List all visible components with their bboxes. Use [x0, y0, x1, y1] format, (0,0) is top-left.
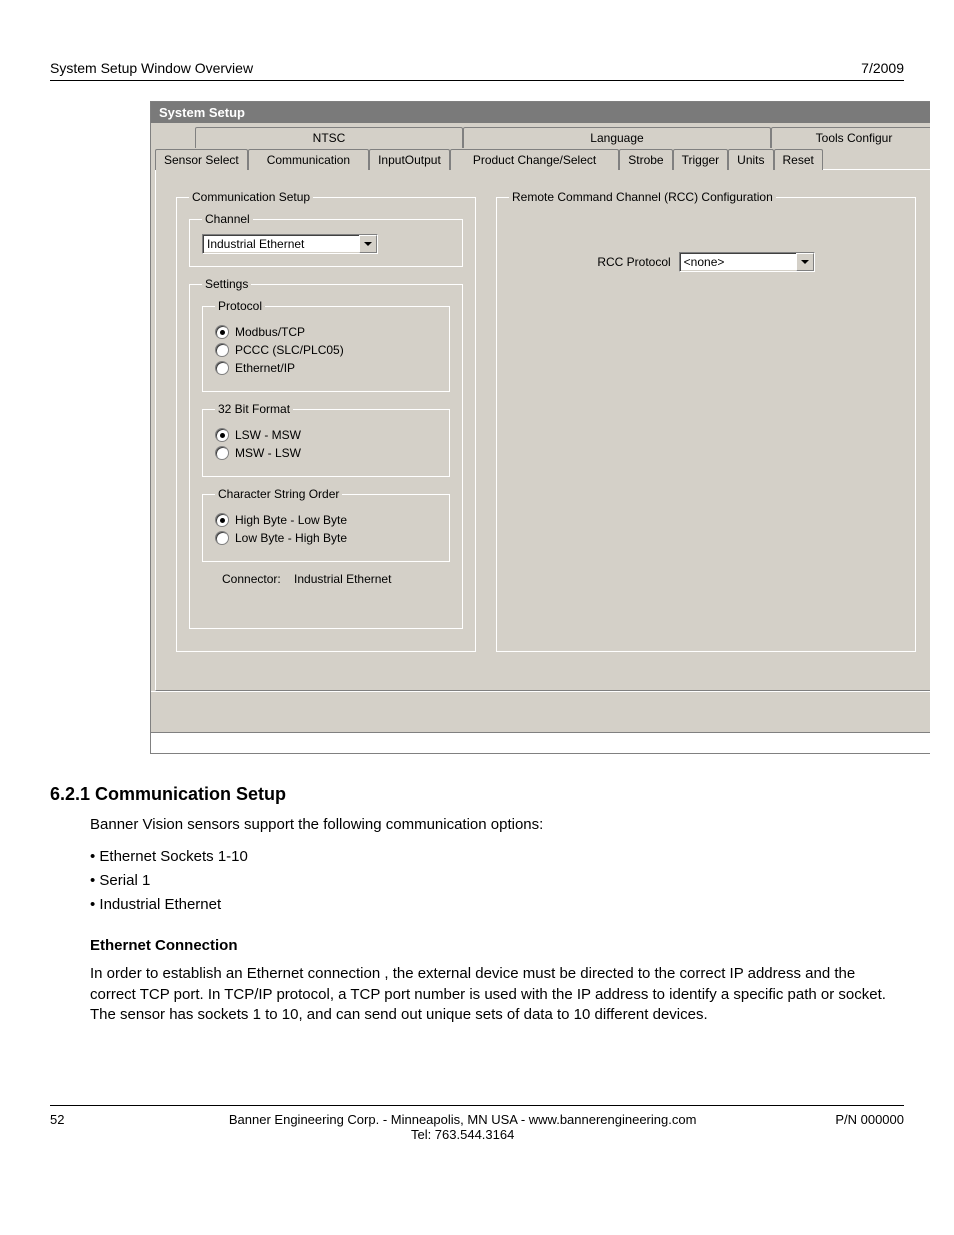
legend-protocol: Protocol: [215, 299, 265, 313]
bullet-list: • Ethernet Sockets 1-10 • Serial 1 • Ind…: [90, 845, 904, 917]
legend-channel: Channel: [202, 212, 253, 226]
subsection-heading: Ethernet Connection: [90, 937, 904, 954]
group-protocol: Protocol Modbus/TCP PCCC (SLC/PLC05): [202, 299, 450, 392]
legend-settings: Settings: [202, 277, 251, 291]
group-bit-format: 32 Bit Format LSW - MSW MSW - LSW: [202, 402, 450, 477]
group-rcc: Remote Command Channel (RCC) Configurati…: [496, 190, 916, 652]
tab-input-output[interactable]: InputOutput: [369, 149, 450, 170]
legend-char-order: Character String Order: [215, 487, 342, 501]
group-char-order: Character String Order High Byte - Low B…: [202, 487, 450, 562]
radio-icon: [215, 446, 229, 460]
rcc-label: RCC Protocol: [597, 255, 670, 269]
connector-value: Industrial Ethernet: [294, 572, 391, 586]
footer-line2: Tel: 763.544.3164: [411, 1127, 514, 1142]
system-setup-window: System Setup NTSC Language Tools Configu…: [150, 101, 930, 754]
bullet-item: Ethernet Sockets 1-10: [99, 848, 247, 865]
tab-sensor-select[interactable]: Sensor Select: [155, 149, 248, 170]
radio-low-high[interactable]: Low Byte - High Byte: [215, 531, 437, 545]
connector-label: Connector:: [222, 572, 281, 586]
tab-units[interactable]: Units: [728, 149, 773, 170]
tab-trigger[interactable]: Trigger: [673, 149, 729, 170]
radio-icon: [215, 325, 229, 339]
tab-product-change[interactable]: Product Change/Select: [450, 149, 619, 170]
paragraph: In order to establish an Ethernet connec…: [90, 964, 904, 1025]
rcc-value: <none>: [684, 255, 725, 269]
radio-icon: [215, 531, 229, 545]
radio-icon: [215, 513, 229, 527]
tab-ntsc[interactable]: NTSC: [195, 127, 463, 148]
connector-row: Connector: Industrial Ethernet: [222, 572, 450, 586]
header-right: 7/2009: [861, 60, 904, 76]
channel-combo[interactable]: Industrial Ethernet: [202, 234, 378, 254]
legend-bit-format: 32 Bit Format: [215, 402, 293, 416]
rcc-combo[interactable]: <none>: [679, 252, 815, 272]
tab-strobe[interactable]: Strobe: [619, 149, 672, 170]
tab-communication[interactable]: Communication: [248, 149, 369, 170]
radio-lsw-msw[interactable]: LSW - MSW: [215, 428, 437, 442]
status-strip: [151, 732, 930, 753]
group-channel: Channel Industrial Ethernet: [189, 212, 463, 267]
radio-icon: [215, 343, 229, 357]
group-settings: Settings Protocol Modbus/TCP: [189, 277, 463, 629]
section-heading: 6.2.1 Communication Setup: [50, 784, 904, 805]
legend-rcc: Remote Command Channel (RCC) Configurati…: [509, 190, 776, 204]
tab-reset[interactable]: Reset: [774, 149, 823, 170]
intro-text: Banner Vision sensors support the follow…: [90, 815, 904, 835]
page-number: 52: [50, 1112, 90, 1127]
bullet-item: Industrial Ethernet: [99, 896, 221, 913]
dropdown-arrow-icon[interactable]: [796, 253, 814, 271]
channel-value: Industrial Ethernet: [207, 237, 304, 251]
radio-icon: [215, 361, 229, 375]
legend-comm-setup: Communication Setup: [189, 190, 313, 204]
radio-pccc[interactable]: PCCC (SLC/PLC05): [215, 343, 437, 357]
group-comm-setup: Communication Setup Channel Industrial E…: [176, 190, 476, 652]
radio-msw-lsw[interactable]: MSW - LSW: [215, 446, 437, 460]
page-footer: 52 Banner Engineering Corp. - Minneapoli…: [50, 1105, 904, 1142]
footer-line1: Banner Engineering Corp. - Minneapolis, …: [229, 1112, 697, 1127]
radio-ethernetip[interactable]: Ethernet/IP: [215, 361, 437, 375]
window-bottom-bar: [151, 691, 930, 732]
header-left: System Setup Window Overview: [50, 60, 253, 76]
part-number: P/N 000000: [835, 1112, 904, 1127]
screenshot-figure: System Setup NTSC Language Tools Configu…: [150, 101, 930, 754]
tab-language[interactable]: Language: [463, 127, 771, 148]
window-titlebar: System Setup: [151, 102, 930, 123]
radio-icon: [215, 428, 229, 442]
tab-tools-config[interactable]: Tools Configur: [771, 127, 930, 148]
dropdown-arrow-icon[interactable]: [359, 235, 377, 253]
radio-modbus[interactable]: Modbus/TCP: [215, 325, 437, 339]
bullet-item: Serial 1: [99, 872, 150, 889]
radio-high-low[interactable]: High Byte - Low Byte: [215, 513, 437, 527]
